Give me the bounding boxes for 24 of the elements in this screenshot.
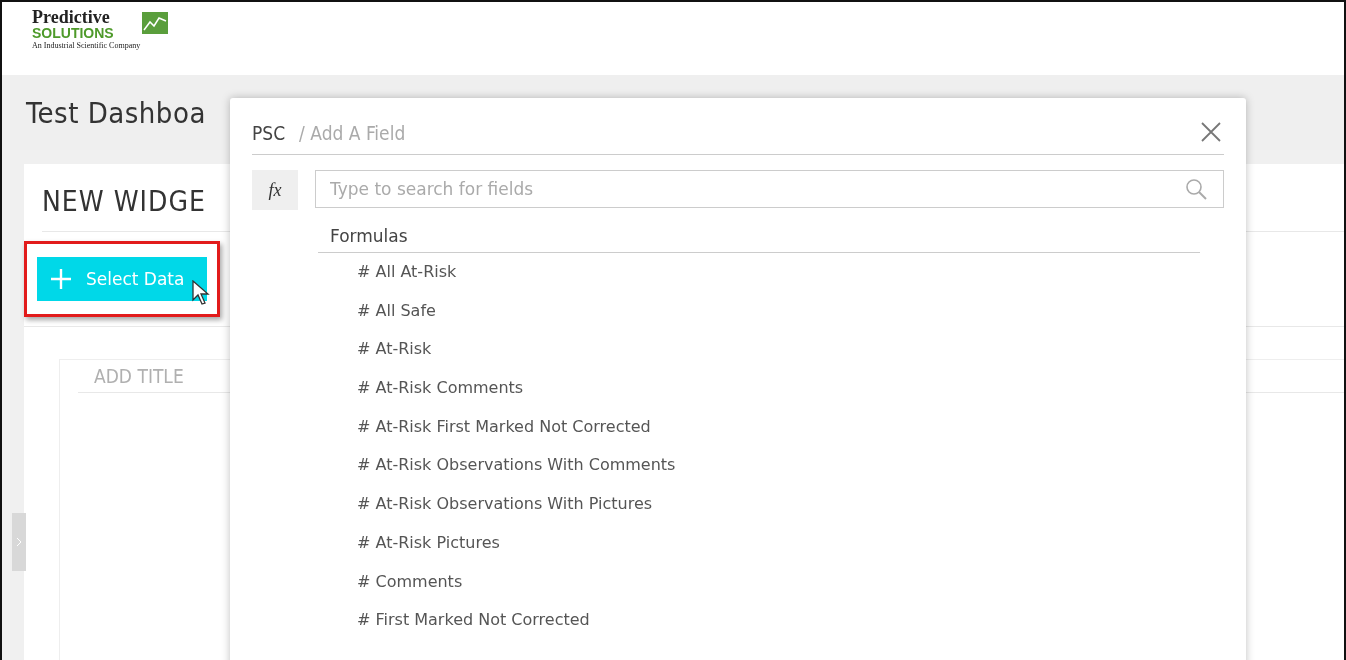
search-field[interactable]: Type to search for fields [315, 170, 1224, 208]
plus-icon [50, 268, 72, 290]
dialog-source: PSC [252, 122, 286, 144]
chevron-right-icon [16, 537, 22, 547]
widget-title: NEW WIDGE [42, 185, 206, 218]
search-icon [1184, 177, 1208, 201]
sidebar-toggle[interactable] [12, 513, 26, 571]
field-option[interactable]: # At-Risk First Marked Not Corrected [318, 407, 1200, 447]
dialog-title: / Add A Field [299, 122, 407, 144]
field-option[interactable]: # All Safe [318, 291, 1200, 331]
mouse-pointer-icon [192, 280, 210, 306]
close-icon[interactable] [1200, 121, 1222, 143]
group-heading: Formulas [318, 219, 1200, 253]
field-option[interactable]: # At-Risk Pictures [318, 523, 1200, 563]
field-option[interactable]: # All At-Risk [318, 253, 1200, 292]
field-option[interactable]: # At-Risk Observations With Pictures [318, 485, 1200, 524]
field-option[interactable]: # Comments [318, 562, 1200, 602]
field-option[interactable]: # At-Risk Comments [318, 369, 1200, 408]
field-option[interactable]: # First Marked Not Corrected [318, 601, 1200, 640]
company-logo: Predictive SOLUTIONS An Industrial Scientific Company [32, 8, 212, 54]
field-option[interactable]: # At-Risk Observations With Comments [318, 446, 1200, 486]
dashboard-title: Test Dashboa [26, 95, 206, 130]
formula-button[interactable]: fx [252, 170, 298, 210]
field-option[interactable]: # At-Risk [318, 330, 1200, 370]
